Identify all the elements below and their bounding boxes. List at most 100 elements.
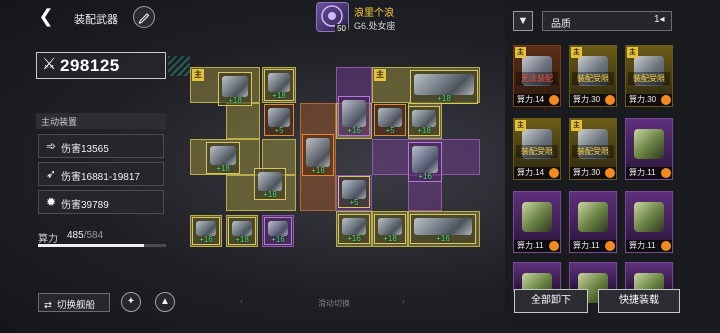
pencil-icon [138, 13, 150, 24]
ship-info-button[interactable]: ▲ [155, 292, 175, 312]
weapon-level: +18 [437, 94, 451, 103]
back-button[interactable]: ❮ [36, 6, 56, 26]
equip-warning: 装配受限 [572, 72, 614, 85]
ship-class: G6.处女座 [354, 21, 396, 31]
gear-icon [549, 168, 559, 178]
equipped-weapon[interactable]: +5 [264, 104, 294, 136]
gear-icon [605, 241, 615, 251]
equipped-weapon[interactable]: +18 [228, 217, 256, 245]
equipped-weapon[interactable]: +5 [338, 176, 370, 208]
gear-icon [661, 241, 671, 251]
weapon-icon [414, 218, 472, 235]
gear-icon [661, 95, 671, 105]
ship-level-badge: 50 [335, 24, 348, 33]
capacity-max: 584 [86, 230, 104, 241]
inventory-card[interactable]: 算力.11 [569, 191, 617, 253]
weapon-level: +18 [311, 166, 325, 175]
equipped-weapon[interactable]: +18 [206, 142, 240, 174]
main-tag: 主 [192, 69, 204, 81]
weapon-level: +18 [216, 164, 230, 173]
stat-text-3: 伤害39789 [61, 200, 109, 211]
weapon-level: +5 [385, 126, 395, 135]
weapon-level: +18 [417, 126, 431, 135]
weapon-icon [268, 108, 290, 127]
inventory-card[interactable]: 算力.11 [513, 191, 561, 253]
weapon-icon [306, 138, 330, 167]
switch-ship-button[interactable]: ⇄ 切换舰船 [38, 293, 110, 312]
equipped-weapon[interactable]: +18 [374, 214, 406, 244]
equipped-weapon[interactable]: +18 [408, 106, 440, 136]
equipped-weapon[interactable]: +18 [410, 70, 478, 104]
weapon-icon [210, 146, 236, 165]
page-title: 装配武器 [74, 14, 118, 26]
ship-info-icon: ▲ [160, 296, 170, 307]
inventory-card[interactable]: 算力.11 [625, 118, 673, 180]
weapon-icon [342, 218, 366, 235]
equip-warning: 无法装配 [516, 72, 558, 85]
inventory-card[interactable]: 主无法装配 算力.14 [513, 45, 561, 107]
burst-icon: ✹ [45, 195, 57, 209]
weapon-level: +18 [263, 190, 277, 199]
equipped-weapon[interactable]: +18 [254, 168, 286, 200]
inventory-card[interactable]: 主装配受限 算力.30 [625, 45, 673, 107]
inventory-card[interactable]: 主装配受限 算力.30 [569, 118, 617, 180]
crossed-swords-icon: ⚔ [42, 56, 57, 73]
equipped-weapon[interactable]: +16 [264, 217, 292, 245]
sort-order-icon: 1◂ [654, 14, 665, 25]
main-tag: 主 [571, 120, 582, 131]
capacity-value: 485/584 [67, 230, 103, 241]
swipe-left-icon: ‹ [240, 296, 243, 306]
capacity-bar-fill [38, 244, 145, 247]
weapon-level: +18 [272, 91, 286, 100]
weapon-level: +16 [347, 234, 361, 243]
gear-icon [605, 95, 615, 105]
weapon-level: +5 [349, 198, 359, 207]
weapon-level: +18 [228, 96, 242, 105]
weapon-icon [634, 129, 664, 159]
quick-equip-button[interactable]: 快捷装载 [598, 289, 680, 313]
weapon-level: +16 [436, 234, 450, 243]
filter-funnel-icon: ▼ [517, 15, 529, 27]
equip-warning: 装配受限 [628, 72, 670, 85]
inventory-card[interactable] [513, 262, 561, 303]
equipped-weapon[interactable]: +16 [338, 96, 370, 136]
gear-icon [605, 168, 615, 178]
formation-icon: ✦ [126, 296, 136, 307]
weapon-icon [268, 221, 288, 236]
weapon-level: +16 [271, 235, 285, 244]
main-tag: 主 [627, 47, 638, 58]
total-power-value: 298125 [60, 56, 120, 75]
active-device-title: 主动装置 [36, 113, 166, 129]
weapon-level: +16 [418, 172, 432, 181]
equipped-weapon[interactable]: +16 [338, 214, 370, 244]
inventory-card[interactable]: 主装配受限 算力.14 [513, 118, 561, 180]
weapon-icon [268, 73, 290, 92]
equipped-weapon[interactable]: +16 [192, 217, 220, 245]
equipped-weapon[interactable]: +18 [264, 69, 294, 101]
weapon-icon [232, 221, 252, 236]
stat-text-1: 伤害13565 [61, 144, 109, 155]
inventory-card[interactable] [569, 262, 617, 303]
equipped-weapon[interactable]: +18 [218, 72, 252, 106]
gear-icon [549, 241, 559, 251]
unload-all-button[interactable]: 全部卸下 [514, 289, 588, 313]
switch-ship-label: 切换舰船 [56, 300, 95, 311]
sort-label: 品质 [551, 19, 571, 30]
equipped-weapon[interactable]: +5 [374, 104, 406, 136]
weapon-level: +18 [235, 235, 249, 244]
weapon-icon [634, 202, 664, 232]
equipped-weapon[interactable]: +16 [410, 214, 476, 244]
weapon-icon [578, 202, 608, 232]
equipped-weapon[interactable]: +16 [408, 142, 442, 182]
filter-button[interactable]: ▼ [513, 11, 533, 31]
rename-button[interactable] [133, 6, 155, 28]
weapon-icon [342, 180, 366, 199]
equip-warning: 装配受限 [516, 145, 558, 158]
inventory-card[interactable] [625, 262, 673, 303]
weapon-level: +18 [383, 234, 397, 243]
equipped-weapon[interactable]: +18 [302, 134, 334, 176]
inventory-card[interactable]: 算力.11 [625, 191, 673, 253]
formation-button[interactable]: ✦ [121, 292, 141, 312]
inventory-card[interactable]: 主装配受限 算力.30 [569, 45, 617, 107]
weapon-level: +16 [347, 126, 361, 135]
